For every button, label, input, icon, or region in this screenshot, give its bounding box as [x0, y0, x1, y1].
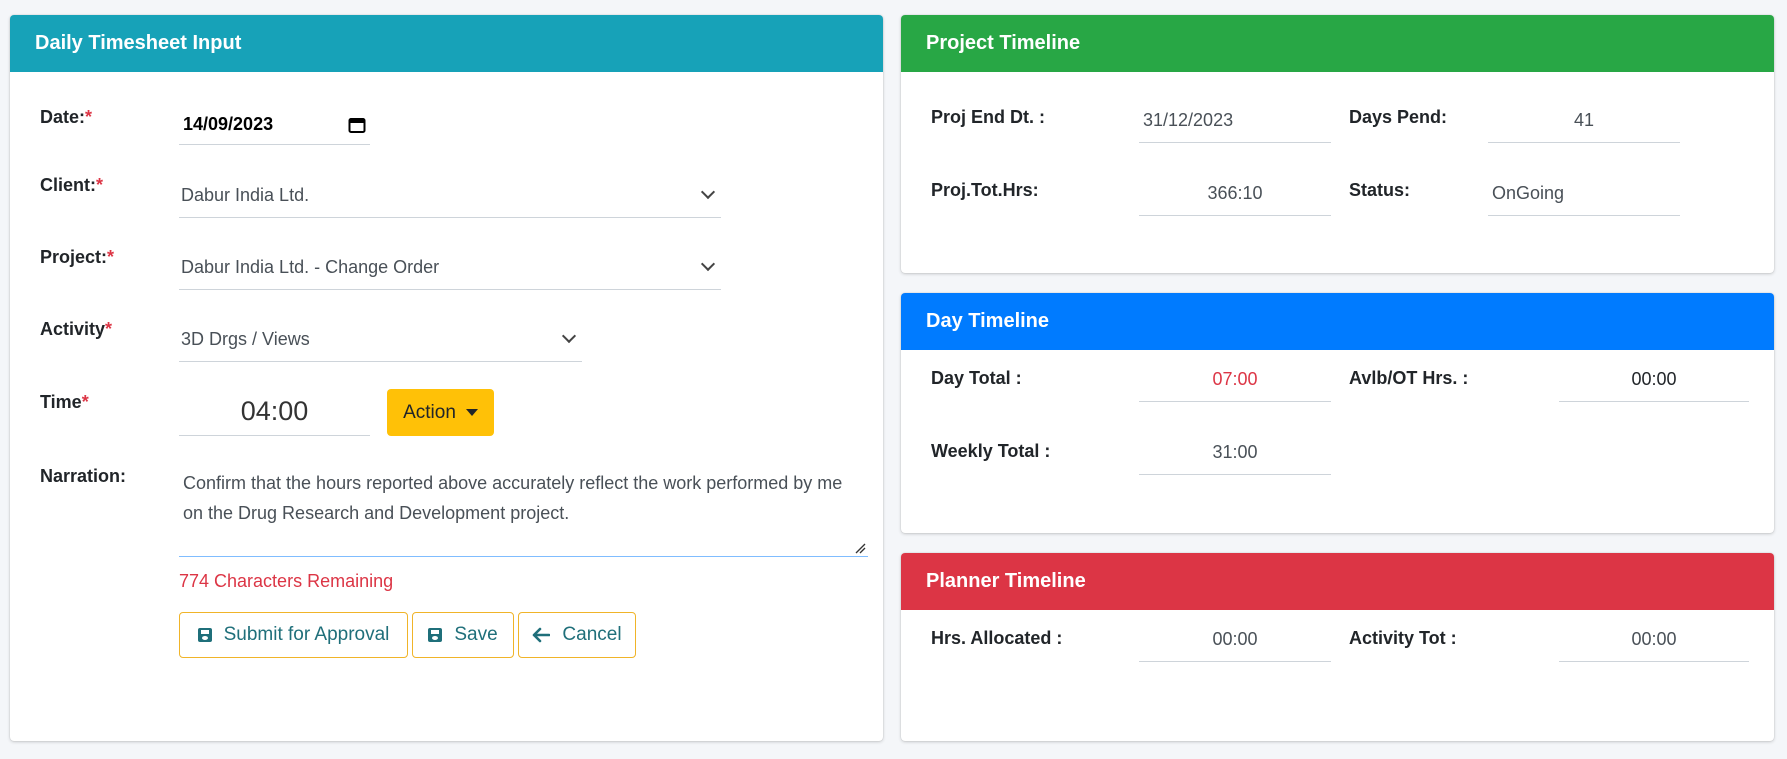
- cancel-label: Cancel: [562, 624, 622, 645]
- timesheet-card: Daily Timesheet Input Date:* 14/09/2023 …: [10, 15, 883, 741]
- caret-down-icon: [465, 409, 478, 416]
- project-value: Dabur India Ltd. - Change Order: [181, 256, 440, 277]
- chars-remaining: 774 Characters Remaining: [179, 571, 394, 591]
- chevron-down-icon: [561, 328, 577, 344]
- date-label: Date:*: [40, 107, 93, 127]
- avlb-ot-hrs-value: 00:00: [1559, 358, 1749, 402]
- activity-value: 3D Drgs / Views: [181, 328, 310, 349]
- date-value: 14/09/2023: [183, 114, 274, 134]
- status-value: OnGoing: [1488, 172, 1680, 216]
- client-select[interactable]: Dabur India Ltd.: [179, 173, 721, 218]
- submit-for-approval-button[interactable]: Submit for Approval: [179, 612, 408, 658]
- days-pend-value: 41: [1488, 99, 1680, 143]
- activity-tot-label: Activity Tot :: [1349, 628, 1457, 648]
- resize-handle-icon[interactable]: [854, 542, 866, 554]
- activity-tot-value: 00:00: [1559, 618, 1749, 662]
- project-timeline-header: Project Timeline: [901, 15, 1774, 72]
- planner-timeline-header: Planner Timeline: [901, 553, 1774, 610]
- time-input[interactable]: 04:00: [179, 388, 370, 436]
- cancel-button[interactable]: Cancel: [518, 612, 636, 658]
- timesheet-header: Daily Timesheet Input: [10, 15, 883, 72]
- activity-select[interactable]: 3D Drgs / Views: [179, 317, 582, 362]
- day-timeline-header: Day Timeline: [901, 293, 1774, 350]
- time-value: 04:00: [240, 396, 309, 426]
- save-label: Save: [454, 624, 498, 645]
- narration-textarea[interactable]: Confirm that the hours reported above ac…: [179, 462, 868, 557]
- planner-timeline-card: Planner Timeline Hrs. Allocated : 00:00 …: [901, 553, 1774, 741]
- save-icon: [197, 628, 212, 642]
- proj-tot-hrs-label: Proj.Tot.Hrs:: [931, 180, 1039, 200]
- activity-label: Activity*: [40, 319, 113, 339]
- weekly-total-value: 31:00: [1139, 431, 1331, 475]
- day-total-label: Day Total :: [931, 368, 1022, 388]
- project-label: Project:*: [40, 247, 115, 267]
- hrs-allocated-label: Hrs. Allocated :: [931, 628, 1063, 648]
- day-timeline-title: Day Timeline: [926, 310, 1050, 332]
- weekly-total-label: Weekly Total :: [931, 441, 1051, 461]
- save-icon: [428, 628, 443, 642]
- time-label: Time*: [40, 392, 89, 412]
- chevron-down-icon: [700, 184, 716, 200]
- calendar-icon[interactable]: [348, 116, 366, 134]
- day-total-value: 07:00: [1139, 358, 1331, 402]
- proj-end-label: Proj End Dt. :: [931, 107, 1045, 127]
- project-timeline-title: Project Timeline: [926, 32, 1081, 54]
- narration-label: Narration:: [40, 466, 127, 486]
- project-timeline-card: Project Timeline Proj End Dt. : 31/12/20…: [901, 15, 1774, 273]
- narration-value: Confirm that the hours reported above ac…: [183, 473, 843, 523]
- save-button[interactable]: Save: [412, 612, 514, 658]
- action-label: Action: [403, 401, 456, 423]
- avlb-ot-hrs-label: Avlb/OT Hrs. :: [1349, 368, 1469, 388]
- proj-end-value: 31/12/2023: [1139, 99, 1331, 143]
- client-value: Dabur India Ltd.: [181, 184, 310, 205]
- timesheet-title: Daily Timesheet Input: [35, 32, 242, 54]
- day-timeline-card: Day Timeline Day Total : 07:00 Avlb/OT H…: [901, 293, 1774, 533]
- status-label: Status:: [1349, 180, 1411, 200]
- submit-label: Submit for Approval: [223, 624, 390, 645]
- hrs-allocated-value: 00:00: [1139, 618, 1331, 662]
- planner-timeline-title: Planner Timeline: [926, 570, 1086, 592]
- proj-tot-hrs-value: 366:10: [1139, 172, 1331, 216]
- days-pend-label: Days Pend:: [1349, 107, 1448, 127]
- arrow-left-icon: [533, 627, 551, 643]
- action-dropdown-button[interactable]: Action: [387, 389, 494, 436]
- chevron-down-icon: [700, 256, 716, 272]
- date-input[interactable]: 14/09/2023: [179, 105, 370, 145]
- project-select[interactable]: Dabur India Ltd. - Change Order: [179, 245, 721, 290]
- client-label: Client:*: [40, 175, 104, 195]
